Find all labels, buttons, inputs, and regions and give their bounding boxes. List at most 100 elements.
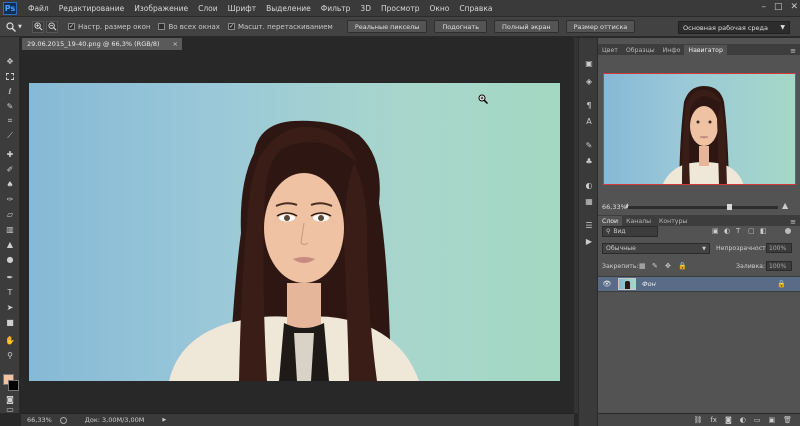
clone-source-panel-icon[interactable]: ♣ (583, 156, 595, 167)
move-tool-icon[interactable]: ✥ (2, 55, 18, 67)
menu-layer[interactable]: Слои (193, 4, 223, 13)
properties-panel-icon[interactable]: ☰ (583, 220, 595, 231)
dodge-tool-icon[interactable]: ● (2, 253, 18, 265)
shape-tool-icon[interactable]: ■ (2, 316, 18, 328)
lasso-tool-icon[interactable]: ℓ (2, 85, 18, 97)
pen-tool-icon[interactable]: ✒ (2, 271, 18, 283)
adjustments-panel-icon[interactable]: ◐ (583, 180, 595, 191)
blur-tool-icon[interactable]: ▲ (2, 238, 18, 250)
clone-stamp-tool-icon[interactable]: ♠ (2, 178, 18, 190)
type-tool-icon[interactable]: T (2, 286, 18, 298)
menu-file[interactable]: Файл (23, 4, 54, 13)
filter-toggle-icon[interactable] (785, 228, 791, 234)
link-layers-icon[interactable]: ⛓ (693, 416, 702, 424)
gradient-tool-icon[interactable]: ▥ (2, 223, 18, 235)
minimize-button[interactable]: – (761, 2, 766, 12)
brush-tool-icon[interactable]: ✐ (2, 163, 18, 175)
image-canvas[interactable] (29, 83, 560, 381)
menu-image[interactable]: Изображение (129, 4, 193, 13)
fill-input[interactable]: 100% (766, 261, 792, 271)
3d-panel-icon[interactable]: ◈ (583, 76, 595, 87)
layer-name[interactable]: Фон (642, 280, 656, 288)
filter-shape-icon[interactable]: ▢ (748, 227, 755, 235)
blend-mode-select[interactable]: Обычные ▼ (602, 243, 710, 254)
menu-select[interactable]: Выделение (261, 4, 316, 13)
status-zoom[interactable]: 66,33% (27, 416, 52, 424)
layer-mask-icon[interactable]: ◙ (725, 416, 732, 424)
panel-menu-icon[interactable]: ≡ (790, 218, 796, 226)
eraser-tool-icon[interactable]: ▱ (2, 208, 18, 220)
lock-pixels-icon[interactable]: ✎ (652, 262, 658, 270)
character-panel-icon[interactable]: A (583, 116, 595, 127)
lock-position-icon[interactable]: ✥ (665, 262, 671, 270)
close-window-button[interactable]: ✕ (790, 2, 798, 12)
zoom-tool-icon[interactable]: ⚲ (2, 349, 18, 361)
navigator-preview[interactable] (603, 73, 796, 185)
lock-transparency-icon[interactable]: ▦ (639, 262, 646, 270)
adjustment-layer-icon[interactable]: ◐ (740, 416, 746, 424)
brush-panel-icon[interactable]: ✎ (583, 140, 595, 151)
filter-adjust-icon[interactable]: ◐ (724, 227, 730, 235)
hand-tool-icon[interactable]: ✋ (2, 334, 18, 346)
maximize-button[interactable]: □ (774, 2, 783, 12)
navigator-zoom-value[interactable]: 66,33% (602, 203, 627, 211)
eyedropper-tool-icon[interactable]: ⟋ (2, 130, 18, 142)
history-brush-tool-icon[interactable]: ✑ (2, 193, 18, 205)
lock-all-icon[interactable]: 🔒 (678, 262, 687, 270)
tab-navigator[interactable]: Навигатор (684, 45, 727, 55)
tab-layers[interactable]: Слои (598, 216, 623, 226)
filter-smart-icon[interactable]: ◧ (760, 227, 767, 235)
menu-3d[interactable]: 3D (355, 4, 376, 13)
history-panel-icon[interactable]: ▣ (583, 58, 595, 69)
paragraph-panel-icon[interactable]: ¶ (583, 100, 595, 111)
screen-mode-icon[interactable]: ▭ (2, 403, 18, 415)
new-layer-icon[interactable]: ▣ (768, 416, 775, 424)
eye-icon[interactable]: 👁 (600, 280, 614, 288)
navigator-slider-knob[interactable] (727, 204, 732, 210)
path-select-tool-icon[interactable]: ➤ (2, 301, 18, 313)
panel-menu-icon[interactable]: ≡ (790, 47, 796, 55)
filter-pixel-icon[interactable]: ▣ (712, 227, 719, 235)
zoom-in-button[interactable] (32, 20, 44, 33)
tool-preset-picker[interactable]: ▼ (6, 21, 32, 32)
marquee-tool-icon[interactable] (2, 70, 18, 82)
tab-channels[interactable]: Каналы (622, 216, 655, 226)
menu-view[interactable]: Просмотр (376, 4, 425, 13)
delete-layer-icon[interactable]: 🗑 (783, 416, 792, 424)
actual-pixels-button[interactable]: Реальные пикселы (346, 20, 428, 33)
menu-edit[interactable]: Редактирование (54, 4, 129, 13)
styles-panel-icon[interactable]: ▦ (583, 196, 595, 207)
layer-row[interactable]: 👁 Фон 🔒 (598, 276, 800, 292)
crop-tool-icon[interactable]: ⌗ (2, 115, 18, 127)
actions-panel-icon[interactable]: ▶ (583, 236, 595, 247)
fit-screen-button[interactable]: Подогнать (434, 20, 488, 33)
workspace-select[interactable]: Основная рабочая среда ▼ (678, 21, 790, 34)
layer-filter-select[interactable]: ⚲ Вид (602, 226, 658, 237)
menu-filter[interactable]: Фильтр (316, 4, 356, 13)
tab-info[interactable]: Инфо (659, 45, 685, 55)
filter-type-icon[interactable]: T (736, 227, 740, 235)
tab-swatches[interactable]: Образцы (622, 45, 659, 55)
tab-color[interactable]: Цвет (598, 45, 622, 55)
document-tab[interactable]: 29.06.2015_19-40.png @ 66,3% (RGB/8) × (22, 38, 182, 50)
print-size-button[interactable]: Размер оттиска (565, 20, 636, 33)
layer-style-icon[interactable]: fx (710, 416, 717, 424)
menu-type[interactable]: Шрифт (223, 4, 261, 13)
menu-help[interactable]: Справка (454, 4, 497, 13)
all-windows-checkbox[interactable]: Во всех окнах (158, 23, 220, 31)
tab-paths[interactable]: Контуры (655, 216, 691, 226)
fill-screen-button[interactable]: Полный экран (494, 20, 559, 33)
zoom-out-button[interactable] (46, 20, 58, 33)
resize-windows-checkbox[interactable]: ✓ Настр. размер окон (68, 23, 150, 31)
opacity-input[interactable]: 100% (766, 243, 792, 253)
new-group-icon[interactable]: ▭ (754, 416, 761, 424)
status-info-icon[interactable] (59, 416, 67, 424)
menu-window[interactable]: Окно (424, 4, 454, 13)
quick-select-tool-icon[interactable]: ✎ (2, 100, 18, 112)
background-color-swatch[interactable] (8, 380, 19, 391)
healing-brush-tool-icon[interactable]: ✚ (2, 148, 18, 160)
status-menu-arrow-icon[interactable]: ▶ (162, 417, 166, 423)
close-tab-icon[interactable]: × (173, 40, 178, 48)
navigator-zoom-slider[interactable] (628, 204, 778, 210)
scrubby-zoom-checkbox[interactable]: ✓ Масшт. перетаскиванием (227, 23, 333, 31)
